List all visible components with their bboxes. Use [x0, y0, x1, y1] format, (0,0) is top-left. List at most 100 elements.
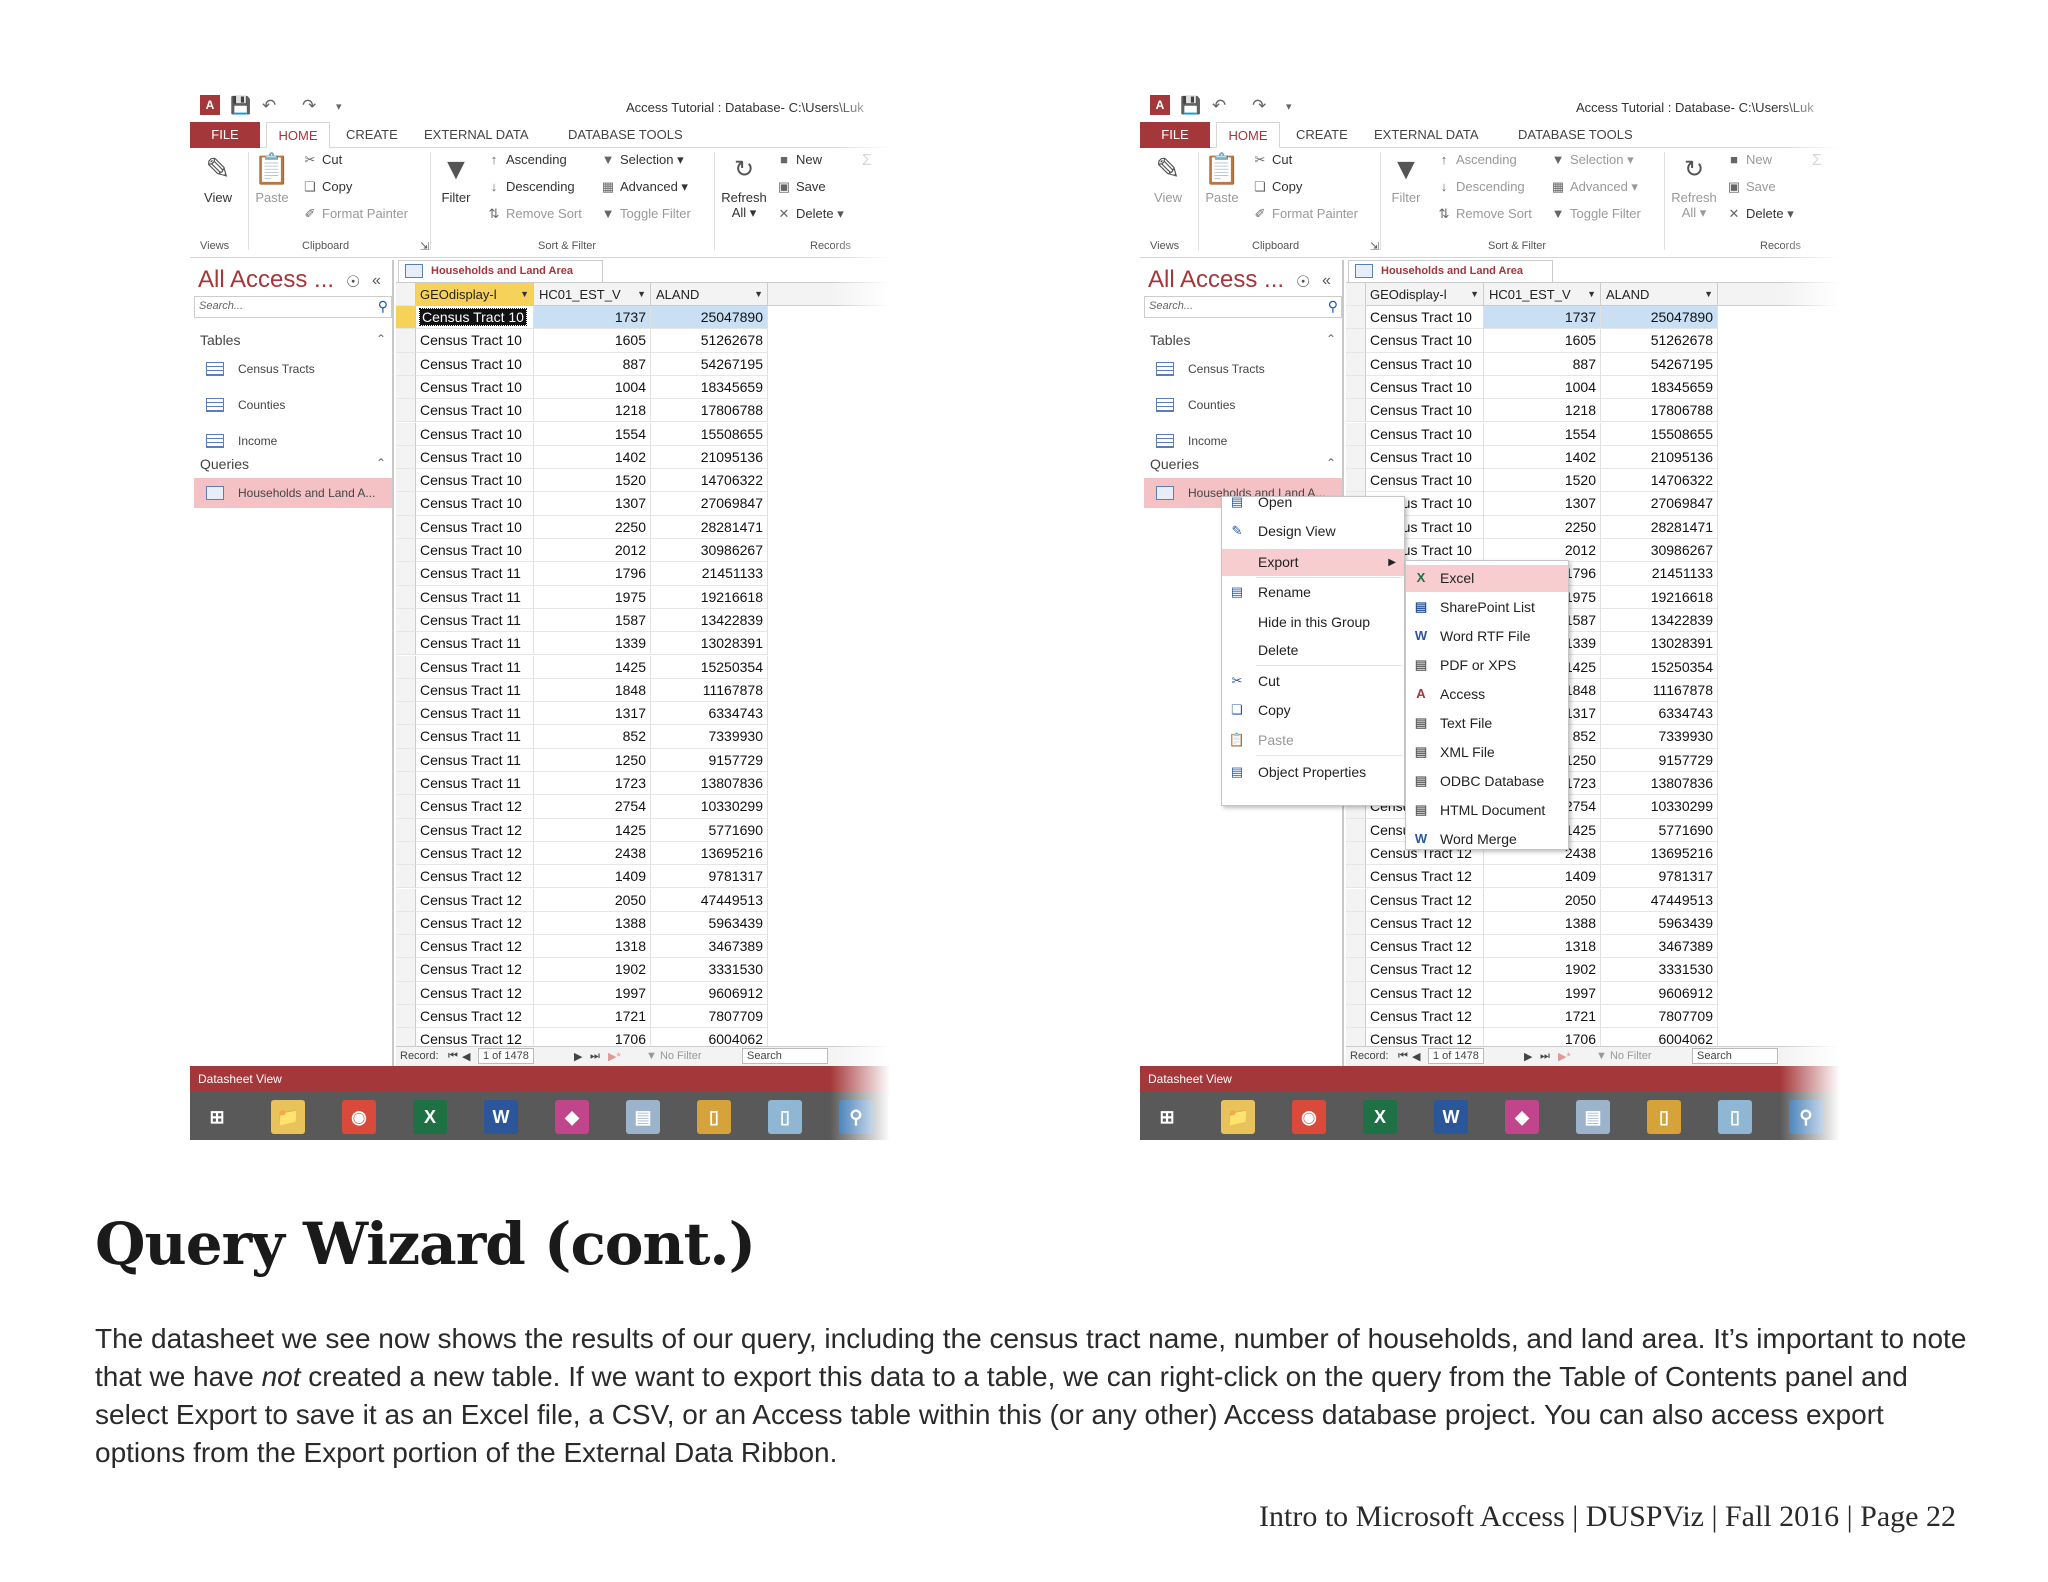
table-row[interactable]: Census Tract 10 1737 25047890: [1346, 306, 1840, 330]
table-row[interactable]: Census Tract 12 1409 9781317: [396, 865, 890, 889]
context-menu-item[interactable]: ❏ Copy: [1222, 697, 1404, 724]
cell-aland[interactable]: 7339930: [1601, 725, 1718, 749]
prev-record-icon[interactable]: ◀: [462, 1050, 470, 1063]
cell-households[interactable]: 1339: [534, 632, 651, 656]
table-row[interactable]: Census Tract 10 2250 28281471: [396, 515, 890, 539]
cell-geo[interactable]: Census Tract 10: [1366, 375, 1484, 400]
tab-home[interactable]: HOME: [1216, 122, 1280, 148]
magnifier-icon[interactable]: ⚲: [839, 1100, 873, 1134]
row-selector[interactable]: [396, 935, 416, 959]
context-menu-item[interactable]: ✎ Design View: [1222, 518, 1404, 545]
calculator-icon[interactable]: ▤: [626, 1100, 660, 1134]
cell-households[interactable]: 1388: [1484, 911, 1601, 936]
nav-pane-menu-icon[interactable]: ☉: [346, 272, 360, 292]
table-row[interactable]: Census Tract 10 1004 18345659: [1346, 375, 1840, 400]
first-record-icon[interactable]: ⏮: [448, 1050, 458, 1063]
cell-aland[interactable]: 7807709: [651, 1005, 768, 1029]
dropdown-arrow-icon[interactable]: ▼: [637, 283, 646, 306]
paste-button[interactable]: 📋 Paste: [1202, 150, 1242, 205]
export-option[interactable]: X Excel: [1406, 565, 1568, 592]
cell-aland[interactable]: 13028391: [1601, 632, 1718, 656]
row-selector[interactable]: [396, 958, 416, 982]
cell-aland[interactable]: 9157729: [1601, 748, 1718, 772]
table-row[interactable]: Census Tract 10 1605 51262678: [1346, 329, 1840, 353]
cell-aland[interactable]: 19216618: [1601, 585, 1718, 609]
file-explorer-icon[interactable]: 📁: [271, 1100, 305, 1134]
nav-pane-title[interactable]: All Access ...: [1148, 266, 1284, 294]
row-selector[interactable]: [396, 492, 416, 516]
notepad-icon[interactable]: ▯: [768, 1100, 802, 1134]
cell-aland[interactable]: 9781317: [1601, 865, 1718, 889]
row-selector[interactable]: [1346, 1005, 1366, 1029]
tab-create[interactable]: CREATE: [346, 122, 398, 148]
row-selector[interactable]: [396, 725, 416, 749]
cell-households[interactable]: 1318: [1484, 935, 1601, 959]
dropdown-arrow-icon[interactable]: ▼: [754, 283, 763, 306]
format-painter-button[interactable]: ✐ Format Painter: [1252, 206, 1358, 222]
cell-households[interactable]: 1554: [534, 422, 651, 446]
table-row[interactable]: Census Tract 1214255771690: [396, 818, 890, 842]
cell-households[interactable]: 1721: [1484, 1005, 1601, 1029]
descending-button[interactable]: ↓ Descending: [486, 179, 575, 194]
table-row[interactable]: Census Tract 10 1402 21095136: [396, 445, 890, 470]
refresh-all-button[interactable]: ↻ Refresh All ▾: [718, 150, 770, 221]
table-row[interactable]: Census Tract 12 1721 7807709: [1346, 1005, 1840, 1029]
row-selector[interactable]: [396, 399, 416, 423]
delete-record-button[interactable]: ✕ Delete ▾: [1726, 206, 1794, 222]
cell-households[interactable]: 1721: [534, 1005, 651, 1029]
cell-geo[interactable]: Census Tract 10: [416, 539, 534, 563]
cell-aland[interactable]: 9781317: [651, 865, 768, 889]
last-record-icon[interactable]: ⏭: [590, 1050, 600, 1063]
cell-geo[interactable]: Census Tract 10: [1366, 422, 1484, 446]
export-option[interactable]: ▤ HTML Document: [1406, 797, 1568, 824]
row-selector[interactable]: [396, 818, 416, 842]
cell-households[interactable]: 1587: [534, 608, 651, 633]
cell-geo[interactable]: Census Tract 11: [416, 678, 534, 703]
table-row[interactable]: Census Tract 10 1307 27069847: [396, 492, 890, 516]
cell-households[interactable]: 1218: [534, 399, 651, 423]
table-row[interactable]: Census Tract 11179621451133: [396, 562, 890, 586]
save-record-button[interactable]: ▣ Save: [776, 179, 826, 195]
cell-aland[interactable]: 27069847: [1601, 492, 1718, 516]
new-record-button[interactable]: ■ New: [1726, 152, 1772, 167]
cell-geo[interactable]: Census Tract 12: [416, 981, 534, 1005]
cell-geo[interactable]: Census Tract 10: [416, 399, 534, 423]
column-header[interactable]: ALAND ▼: [1601, 283, 1718, 306]
row-selector[interactable]: [1346, 911, 1366, 936]
delete-record-button[interactable]: ✕ Delete ▾: [776, 206, 844, 222]
cell-aland[interactable]: 14706322: [1601, 469, 1718, 493]
cell-geo[interactable]: Census Tract 11: [416, 585, 534, 609]
record-position-input[interactable]: 1 of 1478: [478, 1048, 534, 1064]
cell-households[interactable]: 1409: [1484, 865, 1601, 889]
cell-aland[interactable]: 54267195: [651, 352, 768, 376]
cell-geo[interactable]: Census Tract 12: [416, 935, 534, 959]
document-tab[interactable]: Households and Land Area: [1348, 260, 1553, 282]
cell-aland[interactable]: 5771690: [1601, 818, 1718, 842]
cell-households[interactable]: 2438: [534, 841, 651, 866]
toggle-filter-button[interactable]: ▼ Toggle Filter: [600, 206, 691, 221]
cell-aland[interactable]: 28281471: [1601, 515, 1718, 539]
customize-qat-icon[interactable]: ▾: [336, 100, 342, 113]
row-selector[interactable]: [396, 911, 416, 936]
cell-households[interactable]: 1723: [534, 772, 651, 796]
new-record-button[interactable]: ■ New: [776, 152, 822, 167]
column-header[interactable]: GEOdisplay-l ▼: [1366, 283, 1484, 306]
cell-geo[interactable]: Census Tract 10: [416, 375, 534, 400]
row-selector[interactable]: [396, 515, 416, 539]
cell-aland[interactable]: 14706322: [651, 469, 768, 493]
table-row[interactable]: Census Tract 10 1218 17806788: [1346, 399, 1840, 423]
cell-geo[interactable]: Census Tract 11: [416, 772, 534, 796]
cell-households[interactable]: 1409: [534, 865, 651, 889]
column-header[interactable]: HC01_EST_V ▼: [534, 283, 651, 306]
cell-geo[interactable]: Census Tract 11: [416, 608, 534, 633]
context-menu-item[interactable]: Delete: [1222, 637, 1404, 664]
cell-geo[interactable]: Census Tract 12: [416, 818, 534, 842]
view-button[interactable]: ✎ View: [1148, 150, 1188, 205]
excel-icon[interactable]: X: [1363, 1100, 1397, 1134]
cell-households[interactable]: 1605: [534, 329, 651, 353]
row-selector[interactable]: [396, 865, 416, 889]
row-selector[interactable]: [1346, 375, 1366, 400]
cell-households[interactable]: 1402: [1484, 445, 1601, 470]
export-option[interactable]: ▤ Text File: [1406, 710, 1568, 737]
row-selector[interactable]: [396, 562, 416, 586]
